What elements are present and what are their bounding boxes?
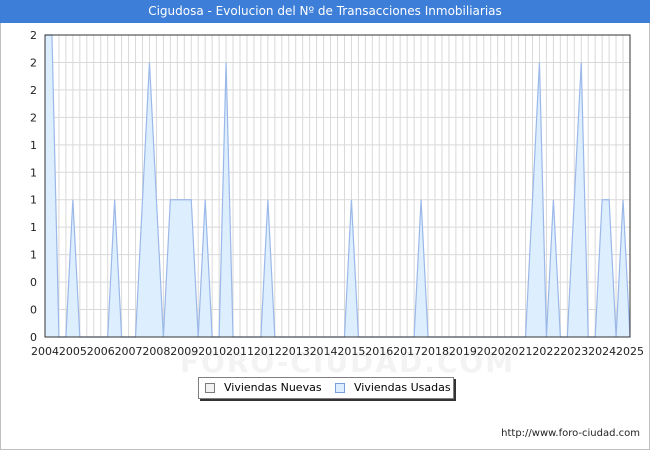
- x-tick-label: 2016: [365, 345, 393, 358]
- x-tick-label: 2022: [532, 345, 560, 358]
- x-tick-label: 2010: [198, 345, 226, 358]
- y-tick-label: 0: [30, 304, 37, 317]
- x-tick-label: 2023: [560, 345, 588, 358]
- x-tick-label: 2005: [59, 345, 87, 358]
- x-tick-label: 2011: [226, 345, 254, 358]
- source-url: http://www.foro-ciudad.com: [501, 428, 640, 439]
- y-tick-label: 2: [30, 29, 37, 42]
- x-tick-label: 2025: [616, 345, 644, 358]
- legend-item-viviendas-nuevas: Viviendas Nuevas: [205, 378, 322, 398]
- x-tick-label: 2006: [87, 345, 115, 358]
- legend-swatch-usadas: [335, 383, 345, 393]
- y-tick-label: 1: [30, 249, 37, 262]
- y-tick-label: 1: [30, 166, 37, 179]
- legend-label-usadas: Viviendas Usadas: [354, 381, 451, 394]
- legend-label-nuevas: Viviendas Nuevas: [224, 381, 322, 394]
- x-tick-label: 2007: [115, 345, 143, 358]
- x-tick-label: 2021: [505, 345, 533, 358]
- y-tick-label: 2: [30, 84, 37, 97]
- x-tick-label: 2004: [31, 345, 59, 358]
- x-tick-label: 2019: [449, 345, 477, 358]
- y-tick-label: 1: [30, 194, 37, 207]
- x-tick-label: 2008: [142, 345, 170, 358]
- x-tick-label: 2012: [254, 345, 282, 358]
- y-tick-label: 1: [30, 139, 37, 152]
- y-tick-label: 2: [30, 56, 37, 69]
- y-tick-label: 0: [30, 276, 37, 289]
- chart-legend: Viviendas Nuevas Viviendas Usadas: [198, 377, 454, 399]
- x-tick-label: 2024: [588, 345, 616, 358]
- legend-swatch-nuevas: [205, 383, 215, 393]
- y-tick-label: 2: [30, 111, 37, 124]
- x-tick-label: 2013: [282, 345, 310, 358]
- y-tick-label: 1: [30, 221, 37, 234]
- legend-item-viviendas-usadas: Viviendas Usadas: [335, 378, 451, 398]
- x-tick-label: 2018: [421, 345, 449, 358]
- x-tick-label: 2009: [170, 345, 198, 358]
- x-tick-label: 2017: [393, 345, 421, 358]
- y-tick-label: 0: [30, 331, 37, 344]
- x-tick-label: 2015: [337, 345, 365, 358]
- x-tick-label: 2020: [477, 345, 505, 358]
- x-tick-label: 2014: [310, 345, 338, 358]
